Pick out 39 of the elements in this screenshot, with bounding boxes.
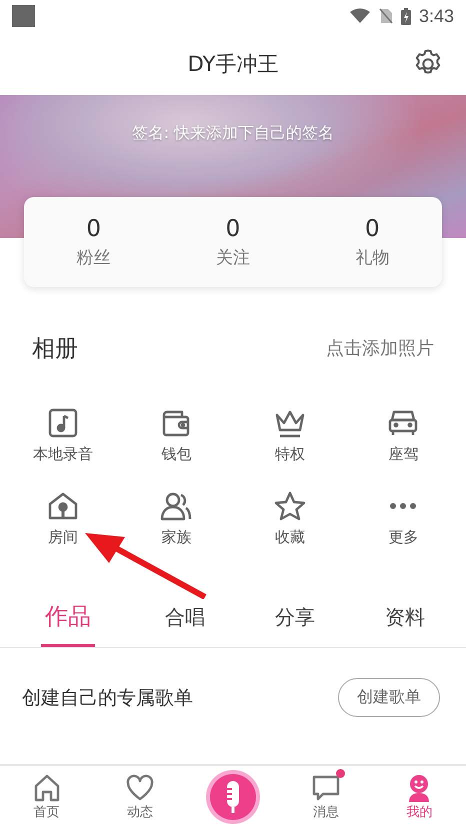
content-tab[interactable]: 分享 [255,597,335,647]
create-playlist-button[interactable]: 创建歌单 [338,678,440,717]
music-note-icon [46,407,79,439]
feature-item[interactable]: 本地录音 [32,407,93,464]
playlist-prompt: 创建自己的专属歌单 [22,686,193,710]
stat-label[interactable]: 粉丝 [76,246,111,268]
heart-icon [124,773,155,803]
app-title: DY手冲王 [188,50,278,78]
feature-item[interactable]: 钱包 [160,407,192,464]
content-tab[interactable]: 资料 [365,597,445,647]
stat-value[interactable]: 0 [86,216,101,242]
no-sim-icon [378,8,393,24]
people-icon [160,490,192,522]
star-icon [274,490,306,522]
battery-icon [400,8,411,24]
nav-tab[interactable]: 动态 [104,773,175,821]
wifi-icon [348,8,371,24]
notification-icon [12,5,35,27]
microphone-icon [204,769,261,825]
feature-item[interactable]: 收藏 [274,490,306,547]
stat-value[interactable]: 0 [226,216,240,242]
nav-tab[interactable]: 首页 [12,773,82,821]
stat-label[interactable]: 关注 [216,246,250,268]
nav-tab[interactable]: 我的 [384,773,454,821]
nav-tab[interactable]: 消息 [291,773,362,821]
feature-item[interactable]: 座驾 [387,407,420,464]
feature-item[interactable]: 更多 [387,490,420,547]
stat-value[interactable]: 0 [364,216,380,242]
chat-bubble-icon [311,773,342,803]
content-tab[interactable]: 合唱 [145,597,225,647]
section-title: 相册 [32,334,78,364]
add-photo-link[interactable]: 点击添加照片 [326,336,434,360]
content-tab[interactable]: 作品 [41,597,95,647]
feature-item[interactable]: 房间 [46,490,79,547]
feature-item[interactable]: 特权 [274,407,306,464]
feature-item[interactable]: 家族 [160,490,192,547]
status-time: 3:43 [418,6,454,26]
stat-label[interactable]: 礼物 [355,246,390,268]
house-icon [46,490,79,522]
